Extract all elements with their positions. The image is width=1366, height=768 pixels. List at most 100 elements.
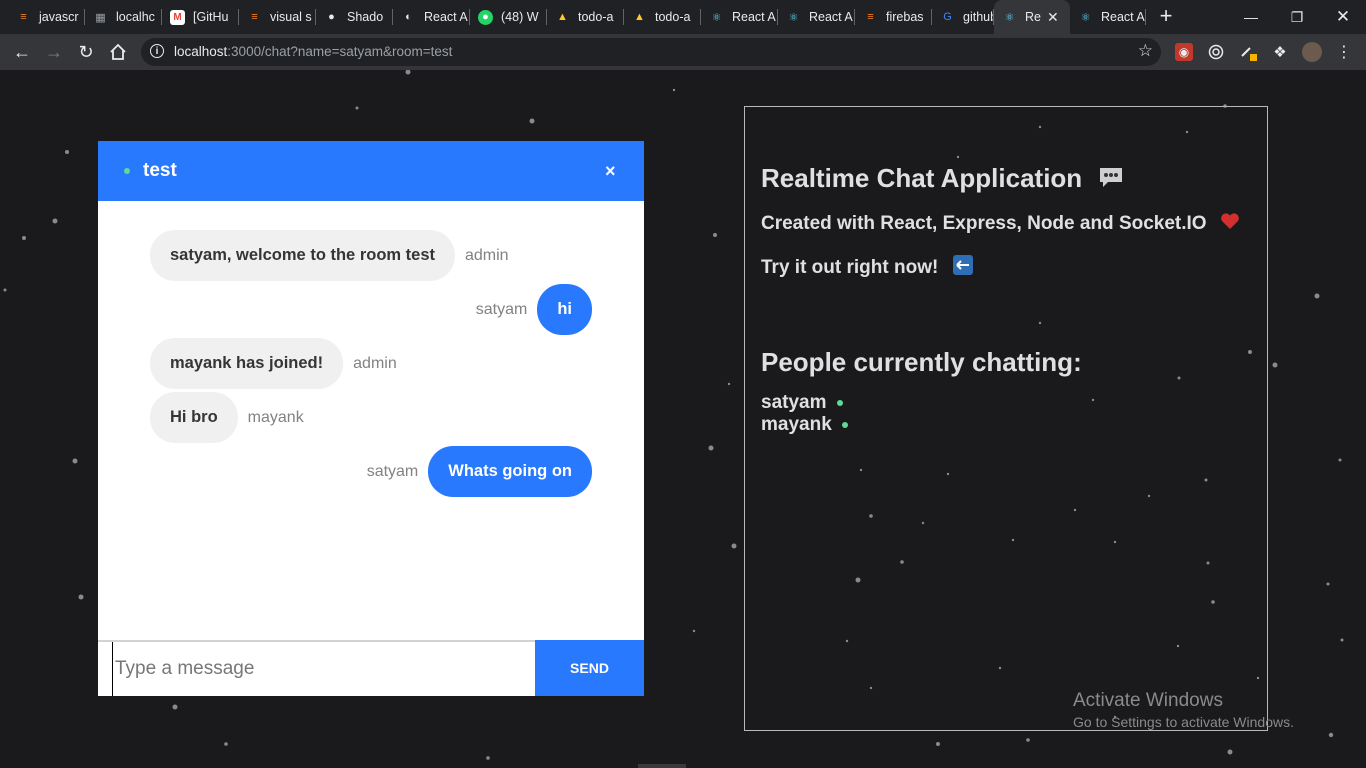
browser-tab[interactable]: ● (48) W: [470, 0, 547, 34]
close-chat-button[interactable]: ×: [605, 161, 616, 182]
extensions-puzzle-icon[interactable]: ❖: [1271, 43, 1289, 61]
tab-label: todo-a: [578, 10, 614, 24]
github-icon: ●: [328, 11, 335, 23]
message-sender: admin: [353, 354, 397, 372]
message-sender: admin: [465, 246, 509, 264]
globe-icon: ◐: [405, 11, 412, 23]
app-title: Realtime Chat Application: [761, 163, 1125, 196]
message-bubble: Hi bro: [150, 392, 238, 443]
heart-icon: [1220, 212, 1240, 236]
person-item: mayank: [761, 414, 848, 436]
browser-toolbar: ← → ↻ i localhost:3000/chat?name=satyam&…: [0, 34, 1366, 70]
home-icon: [110, 43, 126, 60]
address-bar[interactable]: i localhost:3000/chat?name=satyam&room=t…: [141, 38, 1161, 66]
try-it-line: Try it out right now!: [761, 254, 974, 282]
browser-tab[interactable]: ≡ javascr: [8, 0, 85, 34]
browser-tab[interactable]: ◐ React A: [393, 0, 470, 34]
info-panel: Realtime Chat Application Created with R…: [744, 106, 1268, 731]
close-window-button[interactable]: ✕: [1320, 0, 1366, 34]
browser-tab[interactable]: Ggithub: [932, 0, 994, 34]
message-composer: SEND: [98, 640, 644, 696]
site-info-icon[interactable]: i: [150, 44, 164, 58]
tab-label: todo-a: [655, 10, 691, 24]
scroll-indicator: [638, 764, 686, 768]
created-with-text: Created with React, Express, Node and So…: [761, 213, 1207, 235]
browser-tab[interactable]: ▦ localhc: [85, 0, 162, 34]
extension-target-icon[interactable]: [1207, 43, 1225, 61]
message-bubble: Whats going on: [428, 446, 592, 497]
tab-label: React A: [732, 10, 776, 24]
extension-pen-icon[interactable]: [1239, 43, 1257, 61]
react-icon: ⚛: [1004, 11, 1015, 24]
person-name: satyam: [761, 392, 827, 413]
stackoverflow-icon: ≡: [867, 11, 874, 23]
try-it-text: Try it out right now!: [761, 257, 939, 279]
windows-activation-watermark: Activate Windows Go to Settings to activ…: [1073, 690, 1294, 730]
tab-label: React A: [1101, 10, 1145, 24]
online-status-icon: [124, 168, 130, 174]
minimize-button[interactable]: —: [1228, 0, 1274, 34]
send-button[interactable]: SEND: [535, 640, 644, 696]
tab-label: visual s: [270, 10, 312, 24]
message-sender: mayank: [247, 408, 304, 426]
browser-tab[interactable]: ▲ todo-a: [547, 0, 624, 34]
home-button[interactable]: [106, 40, 130, 64]
whatsapp-icon: ●: [478, 9, 493, 25]
browser-tab[interactable]: ≡ firebas: [855, 0, 932, 34]
tab-label: Shado: [347, 10, 384, 24]
url-path: :3000/chat?name=satyam&room=test: [227, 44, 453, 59]
browser-tab[interactable]: ⚛ React A: [778, 0, 855, 34]
forward-button[interactable]: →: [42, 40, 66, 64]
tab-label: React A: [424, 10, 468, 24]
tab-label: React A: [809, 10, 853, 24]
bookmark-star-icon[interactable]: ☆: [1138, 41, 1153, 61]
firebase-icon: ▲: [634, 11, 645, 23]
watermark-line-1: Activate Windows: [1073, 690, 1223, 711]
tab-label: (48) W: [501, 10, 539, 24]
message-row: mayank has joined! admin: [150, 338, 397, 389]
left-arrow-icon: [952, 254, 974, 282]
localhost-icon: ▦: [95, 11, 106, 24]
created-with-line: Created with React, Express, Node and So…: [761, 212, 1240, 236]
message-list: satyam, welcome to the room test admin sat…: [98, 201, 644, 641]
browser-tab[interactable]: ⚛ React A: [1070, 0, 1146, 34]
browser-tab[interactable]: M [GitHu: [162, 0, 239, 34]
browser-tab[interactable]: ⚛ Re ✕: [994, 0, 1070, 34]
message-input[interactable]: [112, 642, 532, 696]
room-title: test: [143, 160, 177, 181]
message-row: satyam, welcome to the room test admin: [150, 230, 509, 281]
message-bubble: mayank has joined!: [150, 338, 344, 389]
google-icon: G: [943, 11, 952, 23]
browser-tab[interactable]: ▲ todo-a: [624, 0, 701, 34]
target-icon: [1208, 44, 1224, 60]
message-row: satyam hi: [476, 284, 592, 335]
tab-label: javascr: [39, 10, 79, 24]
react-icon: ⚛: [788, 11, 799, 24]
profile-avatar[interactable]: [1302, 42, 1322, 62]
person-name: mayank: [761, 414, 832, 435]
online-status-icon: [841, 422, 848, 428]
tab-separator: [1145, 9, 1146, 25]
message-sender: satyam: [475, 300, 528, 318]
pen-icon: [1241, 47, 1257, 61]
stackoverflow-icon: ≡: [20, 11, 27, 23]
stackoverflow-icon: ≡: [251, 11, 258, 23]
restore-button[interactable]: ❐: [1274, 0, 1320, 34]
react-icon: ⚛: [711, 11, 722, 24]
close-tab-icon[interactable]: ✕: [1047, 9, 1059, 26]
reload-button[interactable]: ↻: [74, 40, 98, 64]
tab-label: localhc: [116, 10, 155, 24]
url-text[interactable]: localhost:3000/chat?name=satyam&room=tes…: [174, 44, 452, 59]
extension-red-icon[interactable]: ◉: [1175, 43, 1193, 61]
menu-kebab-icon[interactable]: ⋮: [1335, 43, 1353, 61]
browser-tab[interactable]: ≡ visual s: [239, 0, 316, 34]
browser-tab[interactable]: ● Shado: [316, 0, 393, 34]
chat-window: test × satyam, welcome to the room test a…: [98, 141, 644, 696]
browser-tab[interactable]: ⚛ React A: [701, 0, 778, 34]
firebase-icon: ▲: [557, 11, 568, 23]
new-tab-button[interactable]: +: [1154, 4, 1178, 28]
back-button[interactable]: ←: [10, 40, 34, 64]
online-status-icon: [836, 400, 843, 406]
speech-bubble-icon: [1097, 165, 1125, 196]
tab-label: Re: [1025, 10, 1041, 24]
